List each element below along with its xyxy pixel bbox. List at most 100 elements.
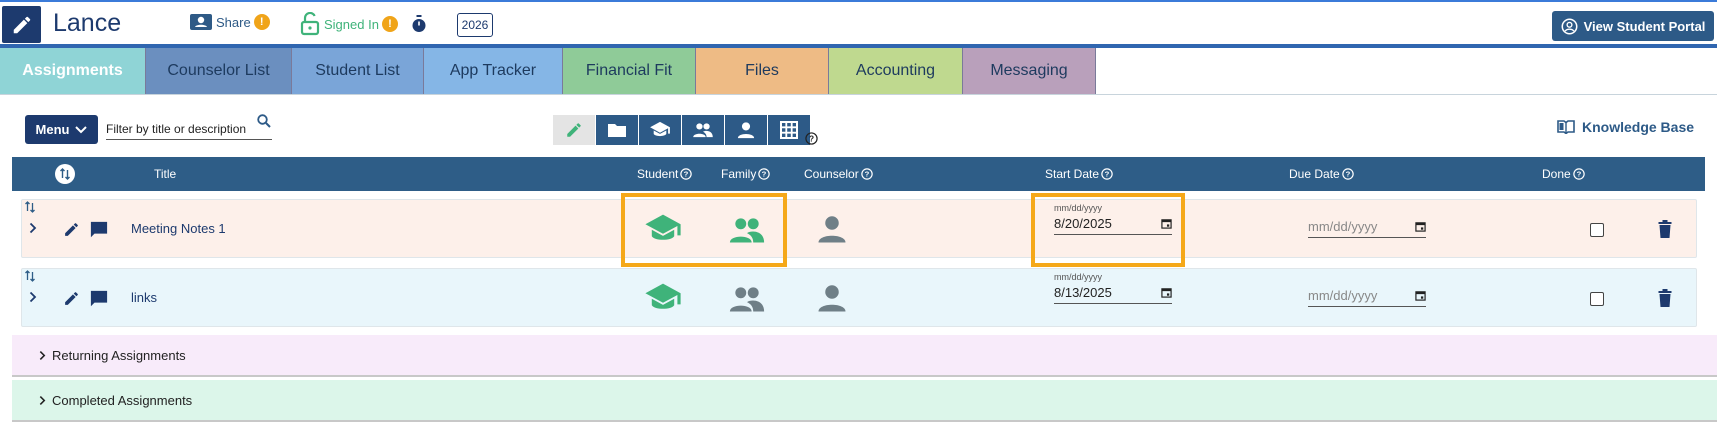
edit-profile-button[interactable] xyxy=(2,6,41,43)
due-date-placeholder: mm/dd/yyyy xyxy=(1308,288,1378,303)
assignments-table-header: Title Student? Family? Counselor? Start … xyxy=(12,157,1705,191)
counselor-toggle-button[interactable] xyxy=(817,283,847,313)
stopwatch-icon xyxy=(412,15,426,32)
filter-input[interactable]: Filter by title or description xyxy=(106,118,272,140)
returning-assignments-section[interactable]: Returning Assignments xyxy=(12,335,1717,377)
svg-text:?: ? xyxy=(684,170,689,179)
view-files-button[interactable] xyxy=(596,115,638,145)
view-assignments-button[interactable] xyxy=(553,115,595,145)
help-icon[interactable]: ? xyxy=(805,132,818,150)
chevron-right-icon xyxy=(39,350,46,360)
family-toggle-button[interactable] xyxy=(727,285,767,313)
drag-handle[interactable] xyxy=(24,201,36,213)
due-date-input[interactable]: mm/dd/yyyy xyxy=(1308,216,1426,238)
svg-text:?: ? xyxy=(1576,170,1581,179)
tab-student-list[interactable]: Student List xyxy=(292,48,424,94)
help-icon: ? xyxy=(1341,168,1354,180)
view-grid-button[interactable] xyxy=(768,115,810,145)
tab-assignments[interactable]: Assignments xyxy=(0,48,146,94)
comment-icon xyxy=(90,221,108,238)
completed-assignments-section[interactable]: Completed Assignments xyxy=(12,380,1717,422)
help-icon: ? xyxy=(1101,168,1113,180)
chevron-right-icon xyxy=(29,222,37,234)
tab-files[interactable]: Files xyxy=(696,48,829,94)
graduation-cap-icon xyxy=(650,121,670,137)
edit-button[interactable] xyxy=(63,221,80,238)
help-icon: ? xyxy=(758,168,771,180)
expand-row-button[interactable] xyxy=(29,291,37,303)
signed-in-label: Signed In xyxy=(324,16,379,32)
svg-text:?: ? xyxy=(809,133,814,143)
share-button[interactable]: Share ! xyxy=(189,12,270,32)
tab-counselor-list[interactable]: Counselor List xyxy=(146,48,292,94)
view-student-portal-button[interactable]: View Student Portal xyxy=(1552,11,1714,41)
person-icon xyxy=(818,285,846,312)
assignment-title[interactable]: links xyxy=(131,290,157,305)
column-counselor[interactable]: Counselor? xyxy=(804,167,873,181)
start-date-input[interactable]: 8/13/2025 xyxy=(1054,282,1172,304)
tab-app-tracker[interactable]: App Tracker xyxy=(424,48,563,94)
done-checkbox[interactable] xyxy=(1590,292,1604,306)
due-date-field[interactable]: mm/dd/yyyy xyxy=(1308,216,1426,238)
signed-in-button[interactable]: Signed In ! xyxy=(300,12,398,36)
chevron-right-icon xyxy=(39,395,46,405)
delete-button[interactable] xyxy=(1658,289,1672,307)
comment-button[interactable] xyxy=(90,221,108,239)
knowledge-base-link[interactable]: Knowledge Base xyxy=(1557,119,1694,135)
portal-button-label: View Student Portal xyxy=(1583,18,1706,34)
stopwatch-button[interactable] xyxy=(411,15,427,38)
comment-button[interactable] xyxy=(90,290,108,308)
column-family[interactable]: Family? xyxy=(721,167,771,181)
delete-button[interactable] xyxy=(1658,220,1672,238)
start-date-field[interactable]: mm/dd/yyyy 8/13/2025 xyxy=(1054,272,1172,304)
pencil-icon xyxy=(65,223,78,236)
column-title[interactable]: Title xyxy=(154,167,176,181)
table-row: links mm/dd/yyyy 8/13/2025 mm/dd/yyyy xyxy=(21,268,1697,327)
due-date-placeholder: mm/dd/yyyy xyxy=(1308,219,1378,234)
column-due-date[interactable]: Due Date? xyxy=(1289,167,1354,181)
due-date-input[interactable]: mm/dd/yyyy xyxy=(1308,285,1426,307)
help-icon: ? xyxy=(1572,168,1585,180)
menu-button[interactable]: Menu xyxy=(25,115,98,144)
reorder-icon xyxy=(25,201,35,213)
pencil-icon xyxy=(567,123,581,137)
tab-accounting[interactable]: Accounting xyxy=(829,48,963,94)
view-counselor-button[interactable] xyxy=(725,115,767,145)
sort-button[interactable] xyxy=(55,164,75,184)
grid-icon xyxy=(780,121,798,139)
person-icon xyxy=(818,216,846,243)
share-label: Share xyxy=(216,14,251,30)
calendar-icon[interactable] xyxy=(1415,221,1426,232)
book-icon xyxy=(1557,120,1575,134)
tab-messaging[interactable]: Messaging xyxy=(963,48,1096,94)
chevron-down-icon xyxy=(75,125,88,133)
student-name: Lance xyxy=(53,9,122,37)
calendar-icon[interactable] xyxy=(1415,290,1426,301)
folder-icon xyxy=(608,124,626,137)
done-checkbox[interactable] xyxy=(1590,223,1604,237)
column-student[interactable]: Student? xyxy=(637,167,693,181)
main-tabs: Assignments Counselor List Student List … xyxy=(0,48,1096,94)
pencil-icon xyxy=(13,16,30,33)
calendar-icon[interactable] xyxy=(1161,287,1172,298)
year-selector[interactable]: 2026 xyxy=(457,13,493,37)
tab-financial-fit[interactable]: Financial Fit xyxy=(563,48,696,94)
column-start-date[interactable]: Start Date? xyxy=(1045,167,1113,181)
due-date-field[interactable]: mm/dd/yyyy xyxy=(1308,285,1426,307)
search-icon[interactable] xyxy=(257,114,271,133)
highlight-start-date xyxy=(1031,193,1185,267)
column-done[interactable]: Done? xyxy=(1542,167,1585,181)
student-toggle-button[interactable] xyxy=(642,282,684,314)
view-family-button[interactable] xyxy=(682,115,724,145)
assignment-title[interactable]: Meeting Notes 1 xyxy=(131,221,226,236)
view-student-button[interactable] xyxy=(639,115,681,145)
expand-row-button[interactable] xyxy=(29,222,37,234)
tabs-divider xyxy=(0,94,1717,95)
drag-handle[interactable] xyxy=(24,270,36,282)
edit-button[interactable] xyxy=(63,290,80,307)
reorder-icon xyxy=(25,270,35,282)
account-circle-icon xyxy=(1561,18,1578,34)
table-row: Meeting Notes 1 mm/dd/yyyy 8/20/2025 mm/… xyxy=(21,199,1697,258)
start-date-format-label: mm/dd/yyyy xyxy=(1054,272,1103,282)
counselor-toggle-button[interactable] xyxy=(817,214,847,244)
